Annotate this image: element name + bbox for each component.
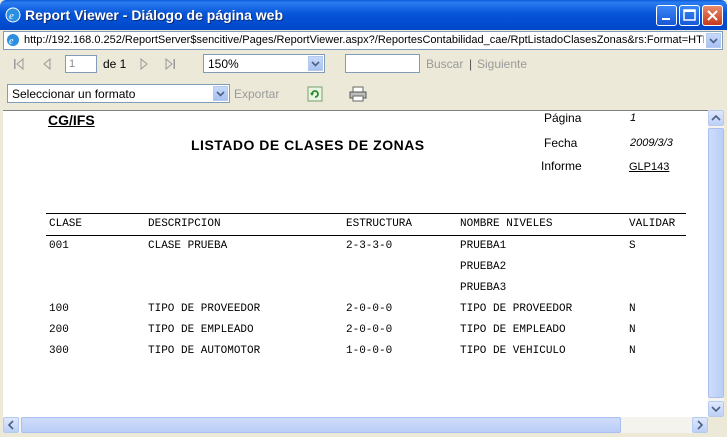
row-descripcion: CLASE PRUEBA	[148, 240, 228, 252]
row-estructura: 2-3-3-0	[346, 240, 393, 252]
url-text[interactable]: http://192.168.0.252/ReportServer$sencit…	[24, 34, 704, 46]
row-descripcion: TIPO DE EMPLEADO	[148, 324, 254, 336]
minimize-icon	[662, 18, 670, 20]
maximize-button[interactable]	[679, 5, 700, 26]
export-format-value: Seleccionar un formato	[12, 87, 136, 101]
page-icon: e	[7, 34, 19, 47]
previous-page-icon[interactable]	[40, 57, 54, 71]
window-title: Report Viewer - Diálogo de página web	[25, 7, 284, 23]
row-nivel: PRUEBA3	[460, 282, 507, 294]
row-nivel: TIPO DE EMPLEADO	[460, 324, 566, 336]
ie-icon: e	[5, 7, 21, 23]
row-validar: N	[629, 324, 636, 336]
horizontal-scroll-thumb[interactable]	[21, 417, 621, 433]
column-header-nombre-niveles: NOMBRE NIVELES	[460, 218, 553, 230]
column-header-clase: CLASE	[49, 218, 83, 230]
page-value: 1	[630, 112, 637, 124]
find-text-input[interactable]	[345, 54, 420, 73]
close-button[interactable]	[702, 5, 723, 26]
row-clase: 300	[49, 345, 69, 357]
scrollbar-corner	[708, 417, 724, 433]
zoom-value: 150%	[208, 57, 239, 71]
page-label: Página	[544, 111, 582, 125]
find-next-link[interactable]: Siguiente	[477, 57, 527, 71]
print-icon[interactable]	[349, 86, 367, 102]
first-page-icon[interactable]	[12, 57, 26, 71]
last-page-icon[interactable]	[163, 57, 177, 71]
chevron-down-icon	[711, 406, 721, 413]
page-of-label: de 1	[103, 57, 127, 71]
scroll-left-button[interactable]	[3, 417, 19, 433]
export-format-select[interactable]: Seleccionar un formato	[7, 84, 230, 103]
row-validar: S	[629, 240, 636, 252]
report-toolbar-navigation: 1 de 1 150% Buscar | Siguiente	[0, 51, 727, 79]
vertical-scroll-thumb[interactable]	[708, 128, 724, 398]
chevron-down-icon	[311, 61, 320, 67]
scroll-right-button[interactable]	[692, 417, 708, 433]
format-dropdown-button[interactable]	[213, 86, 228, 101]
address-dropdown-button[interactable]	[706, 33, 721, 48]
report-title: LISTADO DE CLASES DE ZONAS	[191, 137, 425, 153]
chevron-right-icon	[697, 420, 704, 430]
chevron-down-icon	[709, 38, 718, 44]
report-id-value: GLP143	[629, 161, 670, 173]
row-descripcion: TIPO DE AUTOMOTOR	[148, 345, 261, 357]
zoom-dropdown-button[interactable]	[308, 56, 323, 71]
horizontal-scrollbar[interactable]	[3, 417, 708, 433]
close-icon	[707, 10, 718, 21]
chevron-up-icon	[711, 114, 721, 121]
row-nivel: TIPO DE PROVEEDOR	[460, 303, 573, 315]
row-descripcion: TIPO DE PROVEEDOR	[148, 303, 261, 315]
date-value: 2009/3/3	[630, 137, 673, 149]
export-link[interactable]: Exportar	[234, 87, 279, 101]
column-header-descripcion: DESCRIPCION	[148, 218, 221, 230]
title-bar[interactable]: e Report Viewer - Diálogo de página web	[0, 0, 727, 30]
find-link[interactable]: Buscar	[426, 57, 463, 71]
header-bottom-rule	[46, 235, 686, 236]
svg-text:e: e	[9, 36, 14, 47]
vertical-scrollbar[interactable]	[708, 110, 724, 417]
maximize-icon	[683, 9, 696, 21]
report-toolbar-export: Seleccionar un formato Exportar	[0, 80, 727, 108]
row-clase: 200	[49, 324, 69, 336]
row-estructura: 2-0-0-0	[346, 324, 393, 336]
row-clase: 001	[49, 240, 69, 252]
row-estructura: 1-0-0-0	[346, 345, 393, 357]
company-name: CG/IFS	[48, 112, 95, 128]
row-clase: 100	[49, 303, 69, 315]
find-separator: |	[469, 57, 473, 71]
date-label: Fecha	[544, 136, 578, 150]
svg-text:e: e	[9, 10, 14, 22]
next-page-icon[interactable]	[137, 57, 151, 71]
chevron-down-icon	[216, 91, 225, 97]
address-bar[interactable]: e http://192.168.0.252/ReportServer$senc…	[3, 31, 723, 50]
chevron-left-icon	[7, 420, 14, 430]
refresh-icon[interactable]	[307, 86, 323, 102]
row-nivel: PRUEBA1	[460, 240, 507, 252]
zoom-select[interactable]: 150%	[203, 54, 325, 73]
row-nivel: TIPO DE VEHICULO	[460, 345, 566, 357]
row-validar: N	[629, 345, 636, 357]
row-validar: N	[629, 303, 636, 315]
minimize-button[interactable]	[656, 5, 677, 26]
row-estructura: 2-0-0-0	[346, 303, 393, 315]
column-header-validar: VALIDAR	[629, 218, 676, 230]
report-id-label: Informe	[541, 159, 582, 173]
header-top-rule	[46, 213, 686, 214]
row-nivel: PRUEBA2	[460, 261, 507, 273]
scroll-up-button[interactable]	[708, 110, 724, 126]
report-content: CG/IFS LISTADO DE CLASES DE ZONAS Página…	[3, 110, 708, 418]
scroll-down-button[interactable]	[708, 401, 724, 417]
column-header-estructura: ESTRUCTURA	[346, 218, 413, 230]
page-number-input[interactable]: 1	[65, 55, 97, 73]
